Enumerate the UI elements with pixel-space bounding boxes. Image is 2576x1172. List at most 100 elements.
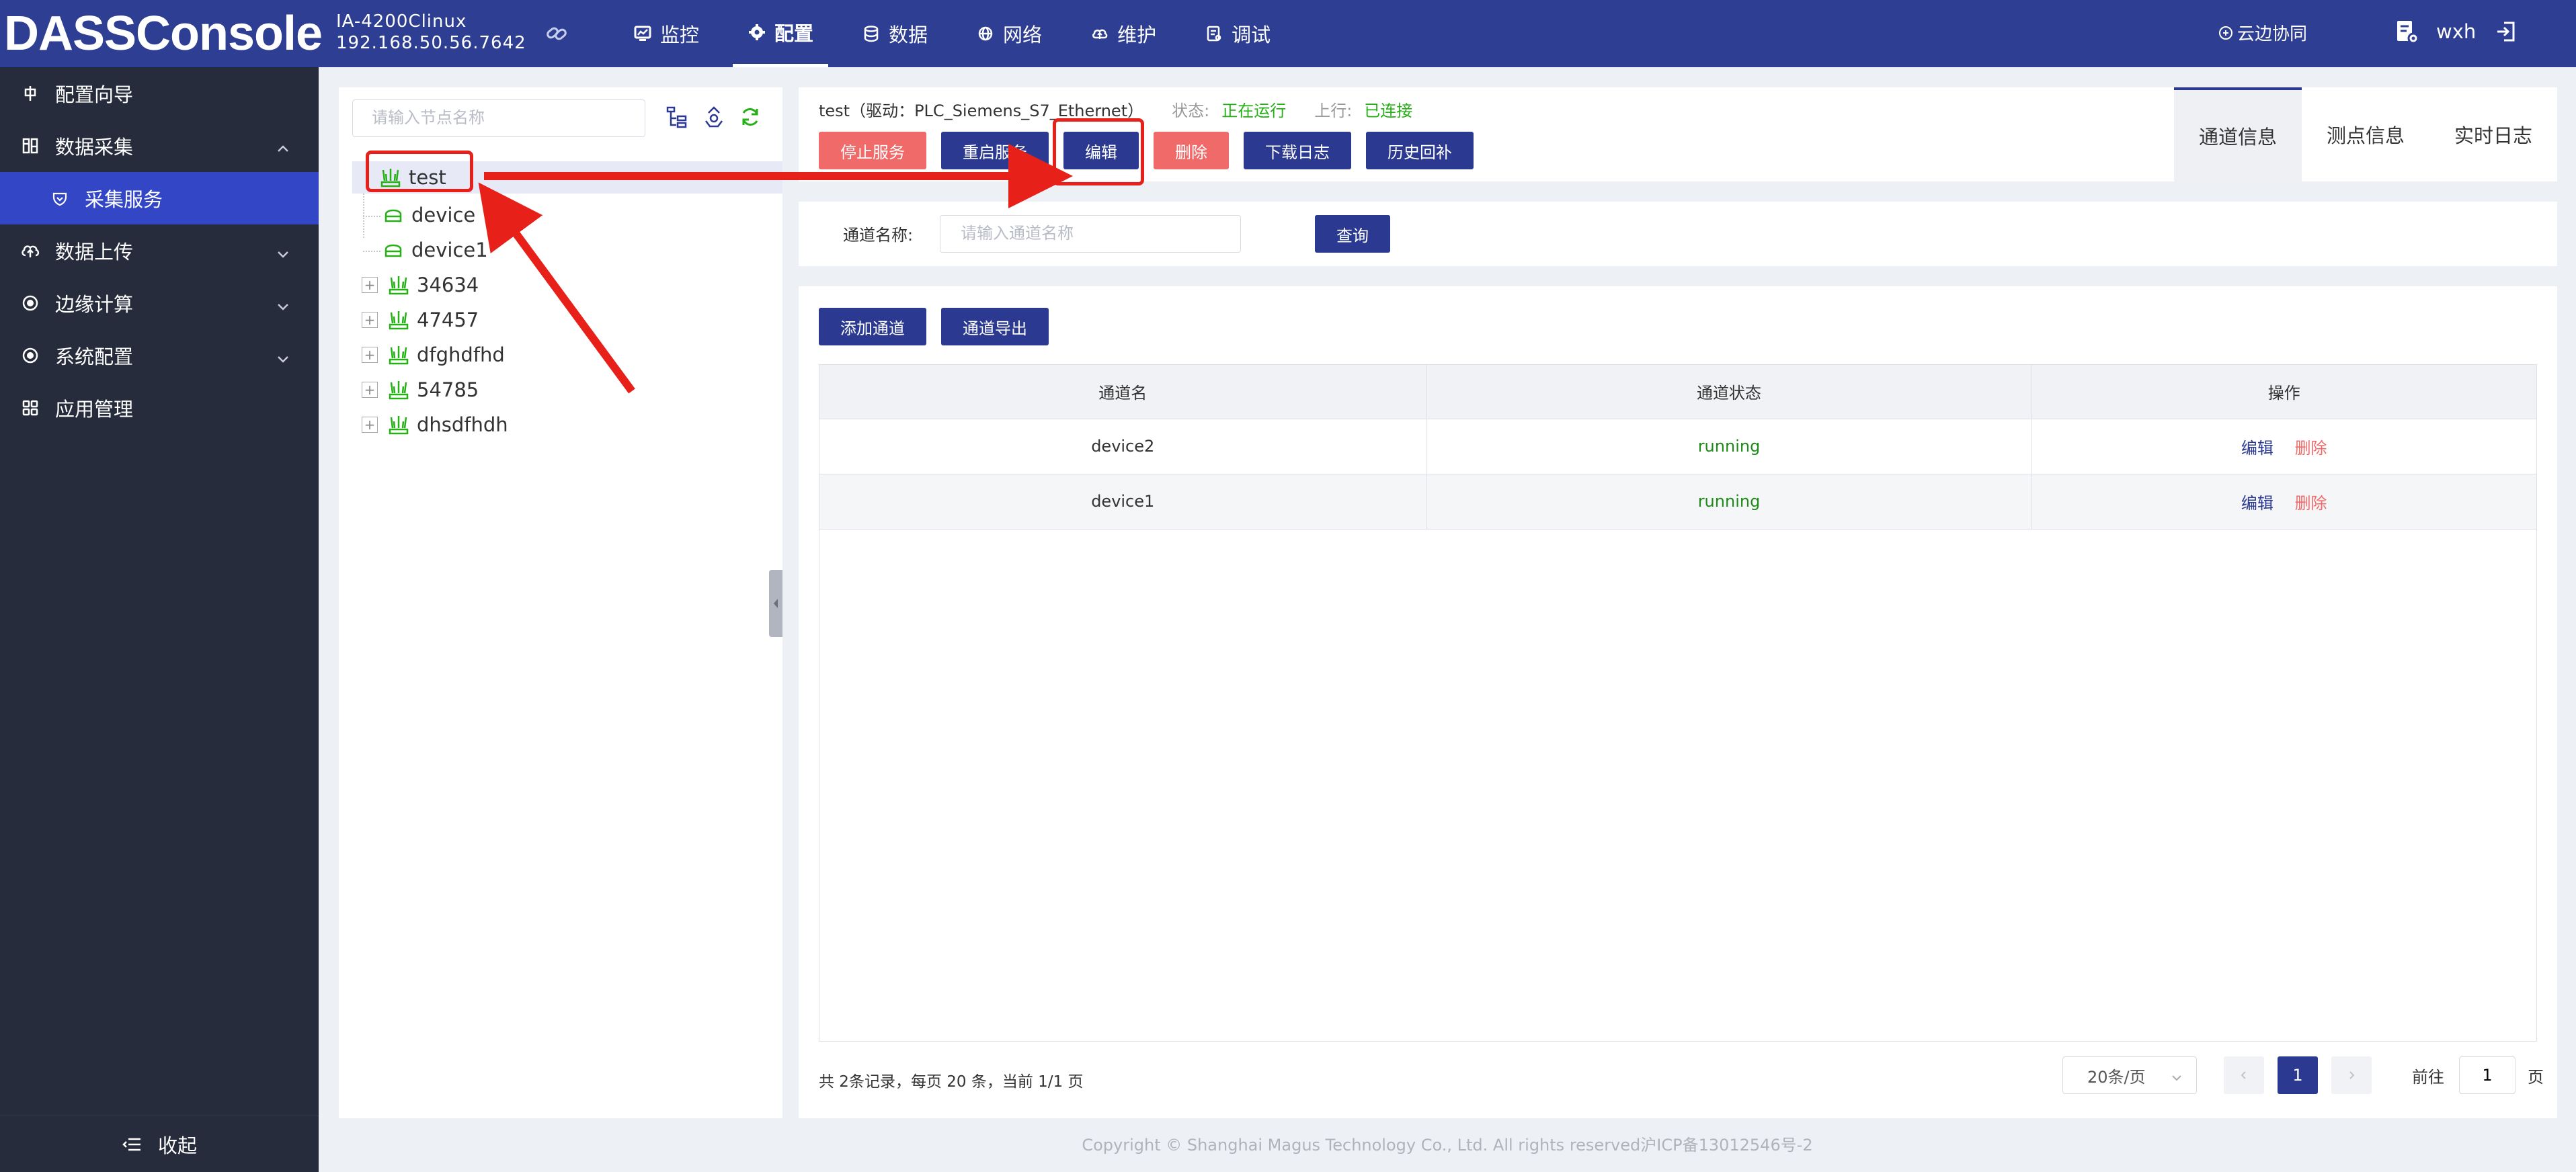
sidebar-item-label: 配置向导: [55, 83, 134, 106]
tree-node-device1[interactable]: device1: [382, 234, 488, 266]
edge-compute-icon: [20, 293, 40, 313]
delete-channel-link[interactable]: 删除: [2295, 439, 2327, 458]
restart-service-button[interactable]: 重启服务: [941, 132, 1049, 169]
panel-splitter-handle[interactable]: [769, 570, 782, 637]
stop-service-button[interactable]: 停止服务: [819, 132, 926, 169]
nav-network[interactable]: 网络: [961, 0, 1057, 67]
sidebar-item-label: 系统配置: [55, 345, 134, 368]
recycle-icon[interactable]: [702, 105, 726, 129]
column-header-channel-name: 通道名: [819, 365, 1427, 419]
service-info-line: test（驱动：PLC_Siemens_S7_Ethernet） 状态: 正在运…: [819, 98, 1412, 120]
goto-label: 前往: [2412, 1067, 2444, 1087]
uplink-value: 已连接: [1364, 101, 1413, 120]
refresh-icon[interactable]: [738, 105, 762, 129]
chevron-down-icon: [276, 243, 290, 258]
goto-suffix: 页: [2528, 1067, 2544, 1087]
goto-page-input[interactable]: [2459, 1056, 2515, 1094]
sidebar-item-edge-compute[interactable]: 边缘计算: [0, 277, 319, 329]
download-log-button[interactable]: 下载日志: [1244, 132, 1351, 169]
edit-channel-link[interactable]: 编辑: [2241, 494, 2273, 513]
sidebar-item-config-wizard[interactable]: 配置向导: [0, 67, 319, 120]
table-row: device1 running 编辑 删除: [819, 474, 2536, 530]
service-name: test（驱动：PLC_Siemens_S7_Ethernet）: [819, 101, 1144, 120]
copyright-footer: Copyright © Shanghai Magus Technology Co…: [1082, 1136, 1813, 1155]
tree-node-47457[interactable]: + 47457: [362, 304, 479, 336]
tree-node-label: dfghdfhd: [417, 343, 505, 366]
debug-icon: [1205, 24, 1223, 43]
delete-service-button[interactable]: 删除: [1154, 132, 1229, 169]
service-icon: [50, 188, 70, 208]
nav-data-label: 数据: [889, 24, 928, 46]
channel-table-card: 添加通道 通道导出 通道名 通道状态 操作 device2 running 编辑…: [799, 286, 2557, 1118]
device-node-icon: [382, 239, 405, 261]
sidebar-item-app-management[interactable]: 应用管理: [0, 382, 319, 434]
user-name[interactable]: wxh: [2436, 20, 2476, 43]
nav-config-label: 配置: [774, 22, 814, 45]
tree-structure-icon[interactable]: [666, 105, 690, 129]
sidebar: 配置向导 数据采集 采集服务 数据上传 边缘计算 系统配置 应用管理 收起: [0, 67, 319, 1172]
tab-channel-info[interactable]: 通道信息: [2174, 87, 2302, 181]
config-icon: [748, 23, 766, 42]
sidebar-collapse[interactable]: 收起: [0, 1116, 319, 1172]
column-header-actions: 操作: [2031, 365, 2536, 419]
expand-node-icon[interactable]: +: [362, 347, 378, 363]
delete-channel-link[interactable]: 删除: [2295, 494, 2327, 513]
tree-node-label: 54785: [417, 378, 479, 401]
channel-name-input[interactable]: [940, 215, 1241, 253]
service-node-icon: [387, 413, 410, 436]
tree-node-device[interactable]: device: [382, 199, 475, 231]
collapse-icon: [122, 1136, 142, 1153]
wizard-icon: [20, 83, 40, 103]
table-row: device2 running 编辑 删除: [819, 419, 2536, 474]
tree-node-54785[interactable]: + 54785: [362, 374, 479, 406]
sidebar-item-system-config[interactable]: 系统配置: [0, 329, 319, 382]
expand-node-icon[interactable]: +: [362, 312, 378, 328]
tab-realtime-log[interactable]: 实时日志: [2429, 87, 2557, 181]
cloud-collab[interactable]: 云边协同: [2218, 20, 2307, 45]
tab-point-info[interactable]: 测点信息: [2302, 87, 2429, 181]
nav-network-label: 网络: [1003, 24, 1043, 46]
sidebar-item-collection-service[interactable]: 采集服务: [0, 172, 319, 224]
expand-node-icon[interactable]: +: [362, 417, 378, 433]
prev-page-button[interactable]: [2224, 1056, 2264, 1094]
node-search-input[interactable]: [352, 99, 645, 137]
export-channel-button[interactable]: 通道导出: [941, 308, 1049, 345]
page-size-select[interactable]: 20条/页: [2062, 1056, 2197, 1094]
system-config-icon: [20, 345, 40, 366]
channel-name-cell: device1: [819, 474, 1427, 530]
database-icon: [862, 24, 881, 43]
sidebar-item-data-collection[interactable]: 数据采集: [0, 120, 319, 172]
sidebar-item-label: 数据上传: [55, 241, 134, 263]
tree-node-dhsdfhdh[interactable]: + dhsdfhdh: [362, 409, 508, 441]
expand-node-icon[interactable]: +: [362, 382, 378, 398]
tree-node-dfghdfhd[interactable]: + dfghdfhd: [362, 339, 505, 371]
column-header-channel-status: 通道状态: [1426, 365, 2032, 419]
tree-node-label: device1: [411, 239, 488, 261]
user-area: wxh: [2393, 15, 2518, 48]
device-node-icon: [382, 204, 405, 226]
doc-settings-icon[interactable]: [2393, 18, 2420, 45]
service-node-icon: [387, 378, 410, 401]
service-node-icon: [387, 308, 410, 331]
link-icon[interactable]: [543, 20, 570, 47]
sidebar-item-data-upload[interactable]: 数据上传: [0, 224, 319, 277]
add-channel-button[interactable]: 添加通道: [819, 308, 926, 345]
page-number-button[interactable]: 1: [2278, 1056, 2318, 1094]
nav-monitor[interactable]: 监控: [618, 0, 714, 67]
nav-maintenance[interactable]: 维护: [1076, 0, 1171, 67]
nav-data[interactable]: 数据: [847, 0, 942, 67]
nav-config[interactable]: 配置: [733, 0, 829, 67]
logout-icon[interactable]: [2495, 20, 2518, 43]
edit-channel-link[interactable]: 编辑: [2241, 439, 2273, 458]
next-page-button[interactable]: [2331, 1056, 2372, 1094]
history-backfill-button[interactable]: 历史回补: [1366, 132, 1474, 169]
device-info: IA-4200Clinux 192.168.50.56.7642: [336, 11, 526, 54]
query-button[interactable]: 查询: [1315, 215, 1390, 253]
nav-debug[interactable]: 调试: [1190, 0, 1285, 67]
expand-node-icon[interactable]: +: [362, 277, 378, 293]
status-label: 状态:: [1172, 101, 1210, 120]
tree-node-34634[interactable]: + 34634: [362, 269, 479, 301]
node-tree-panel: − test device device1 + 34634 + 47457 + …: [339, 87, 782, 1118]
main-nav: 监控 配置 数据 网络 维护 调试: [618, 0, 1304, 67]
sidebar-item-label: 采集服务: [85, 188, 163, 211]
